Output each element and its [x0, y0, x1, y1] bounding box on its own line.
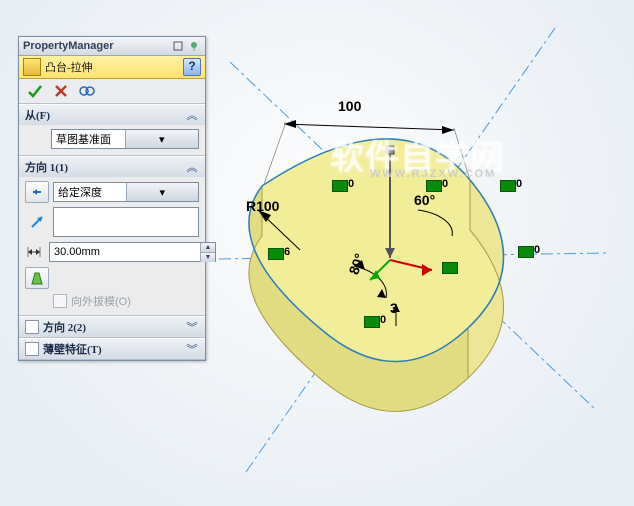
viewport[interactable]: 100 R100 80° 60° 3 0 0 0 6 0 0 软件自学网 WWW…	[0, 0, 634, 506]
from-plane-combo[interactable]: 草图基准面 ▾	[51, 129, 199, 149]
draft-outward-row: 向外拔模(O)	[25, 293, 199, 309]
relation-tag[interactable]	[426, 180, 442, 192]
dim-radius-r100[interactable]: R100	[246, 198, 279, 214]
thin-feature-group-header[interactable]: 薄壁特征(T) ︾	[19, 339, 205, 359]
from-plane-value: 草图基准面	[52, 131, 125, 147]
relation-tag[interactable]	[268, 248, 284, 260]
depth-field[interactable]	[50, 246, 200, 258]
relation-tag[interactable]	[364, 316, 380, 328]
depth-input[interactable]: ▲▼	[49, 242, 216, 262]
feature-name: 凸台-拉伸	[45, 59, 183, 75]
direction1-group: 方向 1(1) ︽ 给定深度 ▾	[19, 156, 205, 316]
spin-up-icon[interactable]: ▲	[201, 243, 215, 253]
chevron-down-icon: ︾	[185, 320, 199, 334]
dim-chord-100[interactable]: 100	[338, 98, 361, 114]
direction2-checkbox[interactable]	[25, 320, 39, 334]
feature-title-bar: 凸台-拉伸 ?	[19, 56, 205, 79]
direction1-group-title: 方向 1(1)	[25, 159, 185, 175]
direction2-group: 方向 2(2) ︾	[19, 316, 205, 338]
direction2-group-header[interactable]: 方向 2(2) ︾	[19, 317, 205, 337]
relation-tag[interactable]	[500, 180, 516, 192]
watermark-sub: WWW.RJZXW.COM	[370, 168, 496, 180]
relation-tag[interactable]	[332, 180, 348, 192]
direction1-group-header[interactable]: 方向 1(1) ︽	[19, 157, 205, 177]
cancel-button[interactable]	[51, 82, 71, 100]
depth-spinner[interactable]: ▲▼	[200, 243, 215, 262]
chevron-up-icon: ︽	[185, 108, 199, 122]
depth-icon	[25, 241, 45, 263]
thin-feature-group: 薄壁特征(T) ︾	[19, 338, 205, 360]
reverse-direction-button[interactable]	[25, 181, 49, 203]
draft-outward-checkbox	[53, 294, 67, 308]
help-button[interactable]: ?	[183, 58, 201, 76]
ok-button[interactable]	[25, 82, 45, 100]
relation-tag[interactable]	[442, 262, 458, 274]
chevron-up-icon: ︽	[185, 160, 199, 174]
property-manager-panel: PropertyManager 凸台-拉伸 ? 从(F) ︽	[18, 36, 206, 361]
relation-id: 0	[516, 178, 522, 190]
confirm-row	[19, 79, 205, 104]
end-condition-combo[interactable]: 给定深度 ▾	[53, 182, 199, 202]
relation-id: 0	[534, 244, 540, 256]
chevron-down-icon: ▾	[126, 183, 199, 201]
thin-feature-checkbox[interactable]	[25, 342, 39, 356]
pm-title: PropertyManager	[23, 40, 169, 52]
relation-id: 6	[284, 246, 290, 258]
from-group: 从(F) ︽ 草图基准面 ▾	[19, 104, 205, 156]
direction-vector-icon[interactable]	[25, 211, 49, 233]
pm-header: PropertyManager	[19, 37, 205, 56]
from-group-header[interactable]: 从(F) ︽	[19, 105, 205, 125]
extrude-boss-icon	[23, 58, 41, 76]
dim-depth-3[interactable]: 3	[390, 300, 398, 316]
thin-feature-group-title: 薄壁特征(T)	[43, 341, 185, 357]
dim-angle-80[interactable]: 80°	[345, 251, 367, 276]
pin-icon[interactable]	[171, 39, 185, 53]
relation-tag[interactable]	[518, 246, 534, 258]
pushpin-icon[interactable]	[187, 39, 201, 53]
from-group-title: 从(F)	[25, 107, 185, 123]
chevron-down-icon: ▾	[125, 130, 199, 148]
relation-id: 0	[380, 314, 386, 326]
direction2-group-title: 方向 2(2)	[43, 319, 185, 335]
end-condition-value: 给定深度	[54, 184, 126, 200]
spin-down-icon[interactable]: ▼	[201, 253, 215, 262]
draft-button[interactable]	[25, 267, 49, 289]
dim-angle-60[interactable]: 60°	[414, 192, 435, 208]
direction-vector-selectbox[interactable]	[53, 207, 199, 237]
draft-outward-label: 向外拔模(O)	[71, 293, 131, 309]
detailed-preview-button[interactable]	[77, 82, 97, 100]
relation-id: 0	[348, 178, 354, 190]
chevron-down-icon: ︾	[185, 342, 199, 356]
